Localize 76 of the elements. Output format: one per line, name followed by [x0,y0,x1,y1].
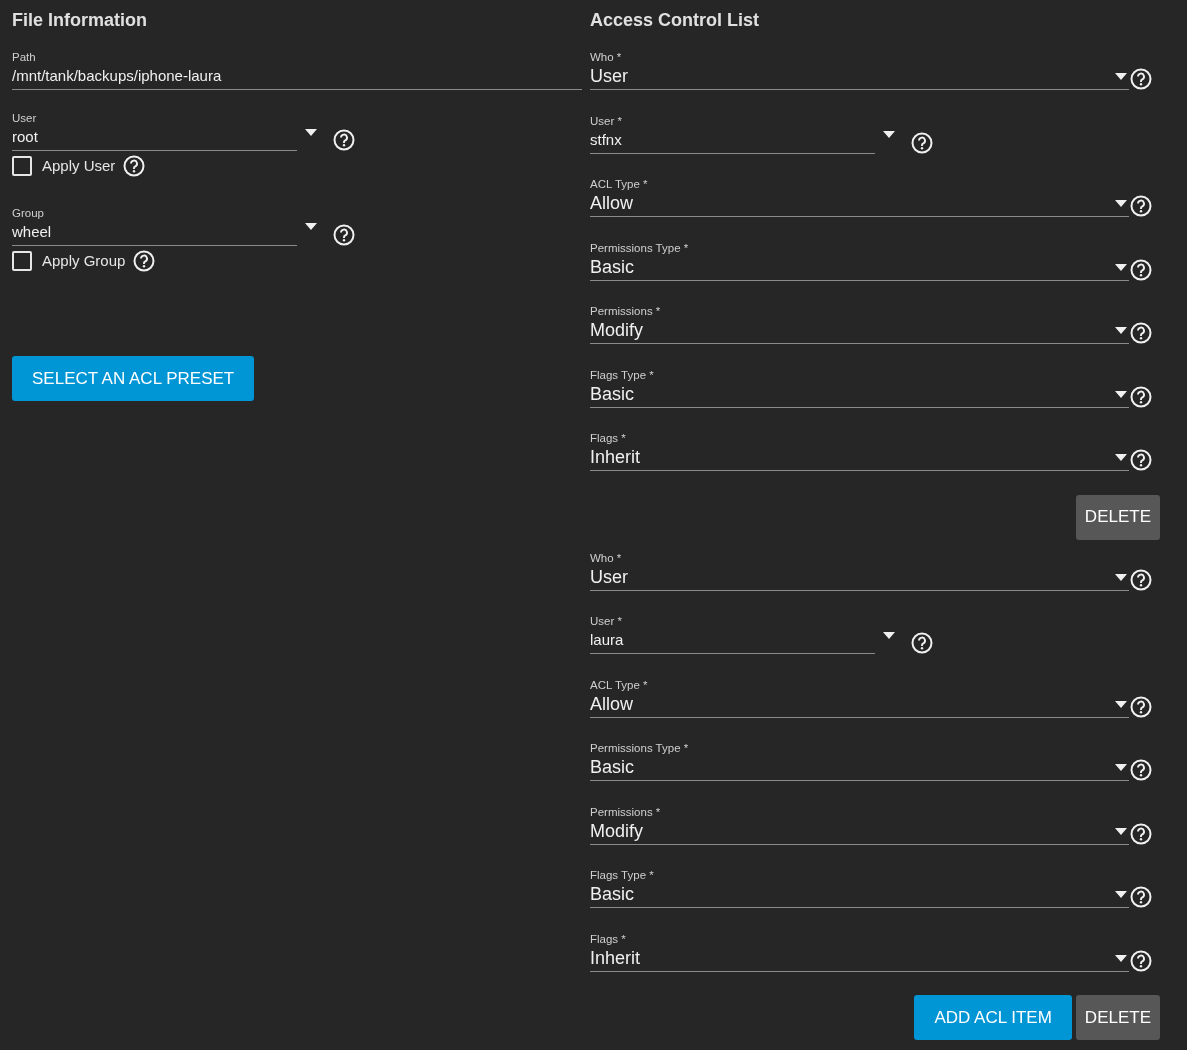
field-label: Permissions Type * [590,741,690,755]
help-icon[interactable] [1130,195,1152,217]
field-label: User * [590,113,623,128]
select-field[interactable]: Basic [590,254,1129,281]
delete-button[interactable]: DELETE [1075,995,1160,1040]
section-title: Access Control List [590,9,761,32]
field-label: ACL Type * [590,677,649,692]
caret-icon[interactable] [305,128,317,136]
caret-icon[interactable] [1115,390,1127,398]
field-label: Who * [590,50,623,64]
caret-icon[interactable] [1115,73,1127,80]
field-label: Permissions Type * [590,240,690,255]
select-field[interactable]: laura [590,628,875,654]
checkbox-label: Apply User [42,156,116,176]
select-field[interactable]: root [12,125,297,151]
field-label: Group [12,205,45,220]
caret-icon[interactable] [883,131,895,138]
caret-icon[interactable] [1115,573,1127,581]
caret-icon[interactable] [883,631,895,639]
text-field[interactable]: /mnt/tank/backups/iphone-laura [12,64,582,90]
help-icon[interactable] [1130,886,1152,908]
help-icon[interactable] [333,129,355,151]
help-icon[interactable] [333,223,355,246]
help-icon[interactable] [1130,568,1152,591]
caret-icon[interactable] [305,223,317,230]
caret-icon[interactable] [1115,700,1127,708]
field-label: Who * [590,550,623,565]
field-label: Flags Type * [590,367,655,382]
help-icon[interactable] [1130,759,1152,781]
select-field[interactable]: wheel [12,219,297,246]
select-field[interactable]: User [590,564,1129,591]
caret-icon[interactable] [1115,200,1127,207]
select-field[interactable]: Inherit [590,445,1129,471]
field-label: Flags Type * [590,868,655,882]
caret-icon[interactable] [1115,827,1127,835]
help-icon[interactable] [123,155,146,178]
caret-icon[interactable] [1115,263,1127,271]
field-label: User [12,111,38,125]
field-label: User * [590,614,623,628]
help-icon[interactable] [1130,449,1152,471]
select-field[interactable]: Basic [590,882,1129,908]
help-icon[interactable] [1130,822,1152,845]
help-icon[interactable] [911,131,933,154]
field-label: Flags * [590,931,627,946]
help-icon[interactable] [1130,322,1152,344]
help-icon[interactable] [1130,385,1152,408]
help-icon[interactable] [1130,695,1152,718]
field-label: ACL Type * [590,177,649,191]
help-icon[interactable] [911,632,933,654]
field-label: Permissions * [590,804,662,819]
section-title: File Information [12,9,148,32]
select-field[interactable]: Modify [590,318,1129,344]
select-field[interactable]: User [590,64,1129,90]
select-field[interactable]: Basic [590,755,1129,781]
help-icon[interactable] [1130,68,1152,90]
caret-icon[interactable] [1115,327,1127,334]
caret-icon[interactable] [1115,954,1127,962]
caret-icon[interactable] [1115,891,1127,898]
checkbox[interactable] [12,156,32,177]
select-field[interactable]: stfnx [590,127,875,154]
field-label: Flags * [590,431,627,445]
select-field[interactable]: Allow [590,691,1129,718]
checkbox[interactable] [12,250,32,271]
select-field[interactable]: Modify [590,818,1129,845]
select-field[interactable]: Inherit [590,945,1129,972]
field-label: Permissions * [590,304,662,318]
help-icon[interactable] [133,249,156,272]
delete-button[interactable]: DELETE [1075,494,1160,540]
field-label: Path [12,50,37,64]
select-field[interactable]: Allow [590,191,1129,217]
checkbox-label: Apply Group [42,250,126,271]
caret-icon[interactable] [1115,764,1127,771]
help-icon[interactable] [1130,949,1152,972]
help-icon[interactable] [1130,258,1152,281]
select-field[interactable]: Basic [590,381,1129,408]
caret-icon[interactable] [1115,454,1127,461]
